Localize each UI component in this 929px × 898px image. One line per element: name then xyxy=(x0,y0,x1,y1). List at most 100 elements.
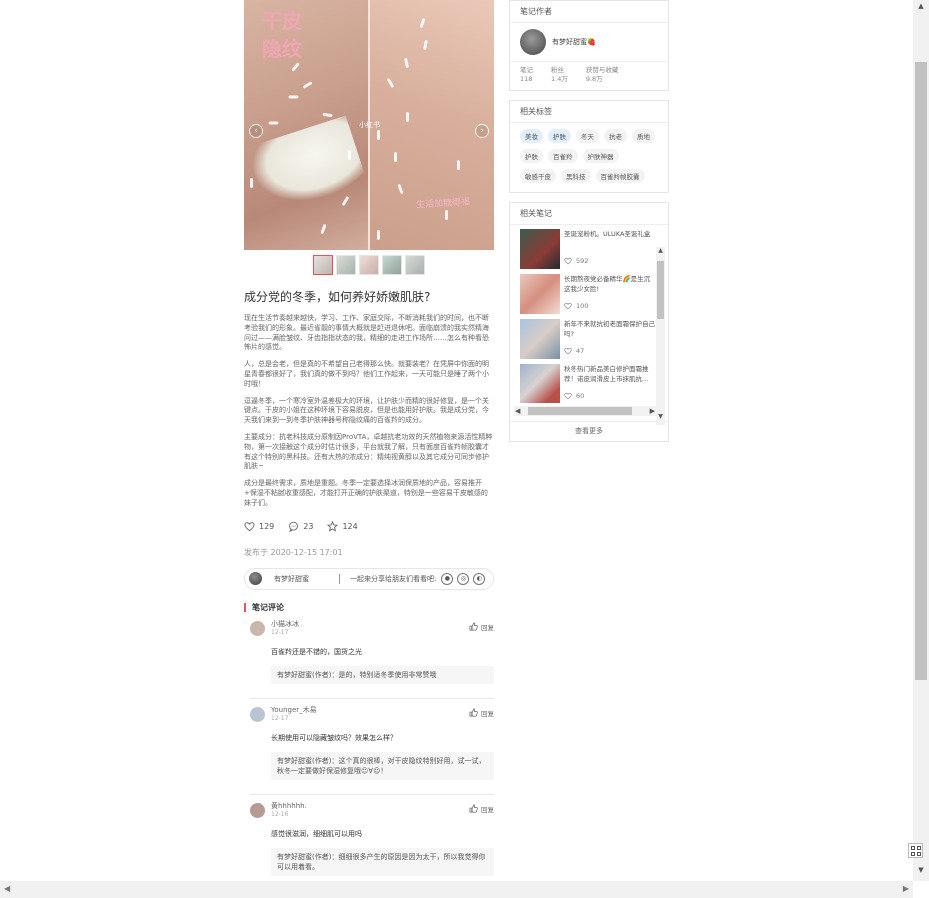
thumbnail-1[interactable] xyxy=(313,255,333,275)
related-note-title[interactable]: 长期熬夜党必备精华🌈是生沉这我少女脸! xyxy=(564,274,656,294)
related-notes-card: 相关笔记 圣诞宠粉机。ULUKA圣诞礼盒 592 长期熬夜党必备精华🌈是生沉这我… xyxy=(509,202,669,442)
reply-button[interactable]: 回复 xyxy=(469,708,494,718)
share-icons: ● ◎ ◐ xyxy=(441,572,486,585)
tag-chip[interactable]: 质地 xyxy=(632,129,655,143)
thumbnail-4[interactable] xyxy=(382,255,402,275)
like-button[interactable]: 129 xyxy=(244,521,274,532)
dash-mark xyxy=(377,130,380,140)
scroll-up-arrow-icon[interactable]: ▲ xyxy=(656,247,665,254)
collect-button[interactable]: 124 xyxy=(327,521,358,532)
comment-button[interactable]: 23 xyxy=(288,521,313,533)
thumbnail-2[interactable] xyxy=(336,255,356,275)
author-card: 笔记作者 有梦好甜蜜🍓 笔记 118 粉丝 1.4万 获赞与收藏 9.8万 xyxy=(509,0,669,91)
comment-text: 感觉很滋润，细细肌可以用吗 xyxy=(271,829,362,838)
thumbnail-5[interactable] xyxy=(405,255,425,275)
tag-chip[interactable]: 敏感干皮 xyxy=(520,169,556,183)
image-carousel[interactable]: 干皮 隐纹 小红书 生活加糖得福 ‹ › xyxy=(244,0,494,250)
author-avatar[interactable] xyxy=(520,29,546,55)
commenter-name[interactable]: Younger_木易 xyxy=(271,705,494,715)
reply-button[interactable]: 回复 xyxy=(469,622,494,632)
commenter-avatar[interactable] xyxy=(250,706,265,722)
publish-time: 发布于 2020-12-15 17:01 xyxy=(244,547,343,557)
related-note-image[interactable] xyxy=(520,364,560,403)
tags-card: 相关标签 美妆 护肤 冬天 抗老 质地 护肤 百雀羚 护肤神器 敏感干皮 黑科技 百雀羚帧胶囊 xyxy=(509,100,669,193)
page-scroll-right-icon[interactable]: ▶ xyxy=(903,884,909,893)
commenter-name[interactable]: 黄hhhhhh. xyxy=(271,801,494,811)
moments-share-icon[interactable]: ◎ xyxy=(457,572,470,585)
see-more-link[interactable]: 查看更多 xyxy=(510,421,668,441)
tag-chip[interactable]: 美妆 xyxy=(520,129,543,143)
page-scroll-down-icon[interactable]: ▼ xyxy=(913,866,929,874)
author-row[interactable]: 有梦好甜蜜🍓 xyxy=(510,23,668,61)
related-note-item[interactable]: 长期熬夜党必备精华🌈是生沉这我少女脸! 100 xyxy=(520,274,656,315)
wechat-share-icon[interactable]: ● xyxy=(441,572,454,585)
tag-chip[interactable]: 护肤神器 xyxy=(582,149,619,163)
tag-chip[interactable]: 护肤 xyxy=(548,129,571,143)
tag-list: 美妆 护肤 冬天 抗老 质地 护肤 百雀羚 护肤神器 敏感干皮 黑科技 百雀羚帧胶囊 xyxy=(510,123,668,192)
carousel-prev-button[interactable]: ‹ xyxy=(249,124,263,138)
comment-date: 12-17 xyxy=(271,714,289,722)
dash-mark xyxy=(322,112,333,118)
dash-mark xyxy=(348,150,351,160)
heart-icon xyxy=(564,257,572,265)
sidebar: 笔记作者 有梦好甜蜜🍓 笔记 118 粉丝 1.4万 获赞与收藏 9.8万 相关… xyxy=(509,0,669,451)
note-main: 干皮 隐纹 小红书 生活加糖得福 ‹ › 成分党的冬季，如何养好娇嫩肌肤? 现在… xyxy=(244,0,494,891)
related-note-image[interactable] xyxy=(520,229,560,269)
related-note-title[interactable]: 圣诞宠粉机。ULUKA圣诞礼盒 xyxy=(564,229,650,249)
commenter-avatar[interactable] xyxy=(250,620,265,636)
commenter-avatar[interactable] xyxy=(250,802,265,818)
related-note-item[interactable]: 圣诞宠粉机。ULUKA圣诞礼盒 592 xyxy=(520,229,656,270)
stat-value: 9.8万 xyxy=(585,75,603,83)
tag-chip[interactable]: 百雀羚 xyxy=(548,149,578,163)
reply-button[interactable]: 回复 xyxy=(469,804,494,814)
image-watermark: 小红书 xyxy=(359,121,380,129)
scrollbar-thumb[interactable] xyxy=(528,407,632,415)
scroll-left-arrow-icon[interactable]: ◀ xyxy=(515,406,520,416)
related-scroll-area[interactable]: 圣诞宠粉机。ULUKA圣诞礼盒 592 长期熬夜党必备精华🌈是生沉这我少女脸! xyxy=(510,225,668,425)
page-horizontal-scrollbar[interactable]: ◀ ▶ xyxy=(0,881,913,898)
related-note-title[interactable]: 新年不来就抗初老面霜保护自己吗? xyxy=(564,319,656,339)
tag-chip[interactable]: 护肤 xyxy=(520,149,543,163)
related-note-image[interactable] xyxy=(520,274,560,314)
author-name[interactable]: 有梦好甜蜜🍓 xyxy=(552,37,596,47)
tag-chip[interactable]: 黑科技 xyxy=(561,169,591,183)
tag-chip[interactable]: 百雀羚帧胶囊 xyxy=(595,169,645,183)
engagement-stats: 129 23 124 xyxy=(244,521,494,533)
related-note-item[interactable]: 秋冬热门新品美白修护面霜推荐！诺皮润滑皮上市抹肌抗... 60 xyxy=(520,364,656,403)
author-name-small[interactable]: 有梦好甜蜜 xyxy=(274,574,309,584)
note-title: 成分党的冬季，如何养好娇嫩肌肤? xyxy=(244,290,431,304)
author-reply: 有梦好甜蜜(作者)：是的，特别适冬季使用非常赞哦 xyxy=(271,665,494,684)
carousel-next-button[interactable]: › xyxy=(475,124,489,138)
author-avatar-small[interactable] xyxy=(249,572,262,586)
page-scroll-left-icon[interactable]: ◀ xyxy=(4,884,10,893)
related-vertical-scrollbar[interactable] xyxy=(656,247,665,425)
related-note-title[interactable]: 秋冬热门新品美白修护面霜推荐！诺皮润滑皮上市抹肌抗... xyxy=(564,364,656,384)
scroll-right-arrow-icon[interactable]: ▶ xyxy=(650,406,655,416)
dash-mark xyxy=(406,112,409,122)
page-scrollbar-thumb[interactable] xyxy=(915,62,927,680)
tag-chip[interactable]: 冬天 xyxy=(576,129,599,143)
stat-value: 1.4万 xyxy=(551,75,568,83)
qr-code-icon[interactable] xyxy=(908,843,923,858)
scrollbar-thumb[interactable] xyxy=(657,261,664,319)
commenter-name[interactable]: 小猫冰冰 xyxy=(271,619,494,629)
dash-mark xyxy=(320,223,327,235)
heart-icon xyxy=(244,522,255,532)
related-like-count: 60 xyxy=(576,392,585,400)
page-scroll-up-icon[interactable]: ▲ xyxy=(913,2,929,10)
thumbnail-strip xyxy=(244,255,494,275)
comment-item: 黄hhhhhh. 12-16 回复 感觉很滋润，细细肌可以用吗 有梦好甜蜜(作者… xyxy=(250,795,494,891)
dash-mark xyxy=(268,121,279,125)
weibo-share-icon[interactable]: ◐ xyxy=(473,572,486,585)
related-note-item[interactable]: 新年不来就抗初老面霜保护自己吗? 47 xyxy=(520,319,656,360)
comment-item: Younger_木易 12-17 回复 长期使用可以隐藏皱纹吗？效果怎么样？ 有… xyxy=(250,699,494,795)
related-note-image[interactable] xyxy=(520,319,560,359)
related-horizontal-scrollbar[interactable]: ◀ ▶ xyxy=(514,406,656,416)
scroll-down-arrow-icon[interactable]: ▼ xyxy=(656,413,665,420)
tag-chip[interactable]: 抗老 xyxy=(604,129,627,143)
reply-label: 回复 xyxy=(481,709,494,718)
author-reply: 有梦好甜蜜(作者)：这个真的很棒，对干皮隐纹特别好用，试一试，秋冬一定要做好保湿… xyxy=(271,751,494,780)
collect-count: 124 xyxy=(342,522,358,532)
page-vertical-scrollbar[interactable] xyxy=(913,0,929,881)
thumbnail-3[interactable] xyxy=(359,255,379,275)
